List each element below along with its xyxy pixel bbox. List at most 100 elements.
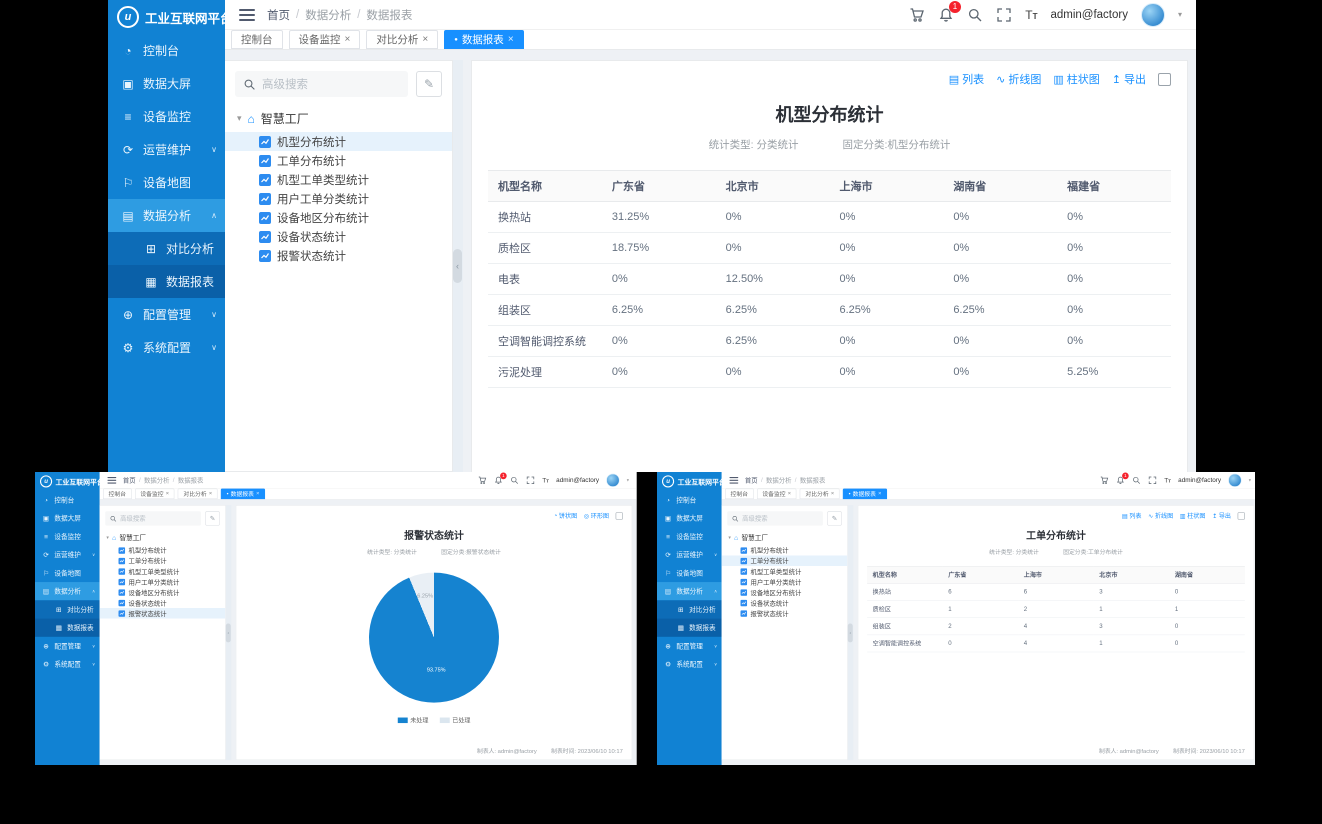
tab[interactable]: 对比分析 × [800, 489, 840, 500]
tab[interactable]: 对比分析 × [366, 30, 438, 49]
chevron-down-icon[interactable]: ▾ [1178, 10, 1182, 19]
fullscreen-toggle-icon[interactable] [616, 512, 623, 519]
sidebar-item[interactable]: ◔ 控制台 [35, 491, 100, 509]
tab[interactable]: 设备监控 × [289, 30, 361, 49]
sidebar-item[interactable]: ⊞ 对比分析 [35, 600, 100, 618]
tab[interactable]: 设备监控 × [757, 489, 797, 500]
tree-item[interactable]: 设备地区分布统计 [225, 208, 452, 227]
tree-item[interactable]: 设备状态统计 [100, 598, 226, 609]
sidebar-item[interactable]: ▦ 数据报表 [35, 619, 100, 637]
tree-root[interactable]: ▾ ⌂ 智慧工厂 [106, 533, 219, 542]
search-input[interactable]: 高级搜索 [235, 71, 408, 97]
search-input[interactable]: 高级搜索 [727, 511, 823, 525]
breadcrumb-home[interactable]: 首页 [745, 476, 758, 485]
fullscreen-icon[interactable] [1148, 476, 1157, 485]
tab[interactable]: 控制台 [231, 30, 283, 49]
caret-down-icon[interactable]: ▾ [728, 534, 731, 540]
report-view-action[interactable]: ▤列表 [949, 71, 984, 87]
chevron-down-icon[interactable]: ▾ [627, 478, 629, 483]
tree-item[interactable]: 机型工单类型统计 [722, 566, 848, 577]
sidebar-item[interactable]: ⊕ 配置管理 ∨ [108, 298, 225, 331]
tab-close-icon[interactable]: × [422, 34, 428, 45]
sidebar-item[interactable]: ⊞ 对比分析 [657, 600, 722, 618]
report-view-action[interactable]: ◔饼状图 [554, 511, 578, 520]
cart-icon[interactable] [478, 476, 487, 485]
sidebar-item[interactable]: ▤ 数据分析 ∧ [108, 199, 225, 232]
report-view-action[interactable]: ◎环形图 [584, 511, 609, 520]
sidebar-item[interactable]: ⟳ 运营维护 ∨ [35, 546, 100, 564]
fullscreen-toggle-icon[interactable] [1158, 73, 1171, 86]
edit-button[interactable]: ✎ [416, 71, 442, 97]
tree-item[interactable]: 设备状态统计 [225, 227, 452, 246]
cart-icon[interactable] [909, 7, 925, 23]
notifications-icon[interactable]: 1 [494, 476, 503, 485]
sidebar-item[interactable]: ⚙ 系统配置 ∨ [657, 655, 722, 673]
tree-item[interactable]: 报警状态统计 [722, 608, 848, 619]
notifications-icon[interactable]: 1 [1116, 476, 1125, 485]
search-icon[interactable] [1132, 476, 1141, 485]
collapse-handle[interactable]: ‹ [226, 623, 231, 642]
sidebar-item[interactable]: ⊕ 配置管理 ∨ [657, 637, 722, 655]
tab[interactable]: 设备监控 × [135, 489, 175, 500]
breadcrumb-home[interactable]: 首页 [267, 7, 290, 23]
tab-close-icon[interactable]: × [256, 491, 259, 497]
notifications-icon[interactable]: 1 [938, 7, 954, 23]
sidebar-item[interactable]: ▦ 数据报表 [108, 265, 225, 298]
font-size-icon[interactable]: TT [542, 476, 549, 484]
tree-item[interactable]: 设备地区分布统计 [722, 587, 848, 598]
tree-root[interactable]: ▾ ⌂ 智慧工厂 [237, 110, 442, 127]
report-view-action[interactable]: ↥导出 [1212, 511, 1231, 520]
fullscreen-toggle-icon[interactable] [1238, 512, 1245, 519]
sidebar-item[interactable]: ▤ 数据分析 ∧ [35, 582, 100, 600]
breadcrumb-item[interactable]: 数据分析 [144, 476, 169, 485]
sidebar-item[interactable]: ▣ 数据大屏 [657, 509, 722, 527]
caret-down-icon[interactable]: ▾ [106, 534, 109, 540]
report-view-action[interactable]: ∿折线图 [1148, 511, 1173, 520]
sidebar-item[interactable]: ▣ 数据大屏 [35, 509, 100, 527]
tree-item[interactable]: 机型分布统计 [722, 545, 848, 556]
menu-collapse-icon[interactable] [107, 477, 116, 484]
avatar[interactable] [1228, 473, 1241, 486]
tree-item[interactable]: 工单分布统计 [100, 556, 226, 567]
tree-item[interactable]: 设备状态统计 [722, 598, 848, 609]
tab-close-icon[interactable]: × [508, 34, 514, 45]
pie-graphic[interactable] [369, 573, 499, 703]
menu-collapse-icon[interactable] [729, 477, 738, 484]
breadcrumb-item[interactable]: 数据分析 [305, 7, 351, 23]
tab-close-icon[interactable]: × [345, 34, 351, 45]
panel-splitter[interactable]: ‹ [848, 505, 854, 760]
collapse-handle[interactable]: ‹ [453, 249, 462, 283]
sidebar-item[interactable]: ⚐ 设备地图 [108, 166, 225, 199]
sidebar-item[interactable]: ⚙ 系统配置 ∨ [108, 331, 225, 364]
report-view-action[interactable]: ↥导出 [1112, 71, 1146, 87]
legend-item[interactable]: 已处理 [440, 716, 471, 725]
tab-close-icon[interactable]: × [788, 491, 791, 497]
report-view-action[interactable]: ▤列表 [1122, 511, 1142, 520]
sidebar-item[interactable]: ⊞ 对比分析 [108, 232, 225, 265]
tab-close-icon[interactable]: × [166, 491, 169, 497]
tree-item[interactable]: 报警状态统计 [100, 608, 226, 619]
avatar[interactable] [1141, 3, 1165, 27]
fullscreen-icon[interactable] [996, 7, 1012, 23]
tree-item[interactable]: 设备地区分布统计 [100, 587, 226, 598]
font-size-icon[interactable]: TT [1164, 476, 1171, 484]
sidebar-item[interactable]: ⟳ 运营维护 ∨ [108, 133, 225, 166]
tree-item[interactable]: 用户工单分类统计 [722, 577, 848, 588]
caret-down-icon[interactable]: ▾ [237, 113, 242, 124]
tab[interactable]: ● 数据报表 × [444, 30, 523, 49]
tab[interactable]: 对比分析 × [178, 489, 218, 500]
tree-item[interactable]: 机型分布统计 [100, 545, 226, 556]
sidebar-item[interactable]: ⟳ 运营维护 ∨ [657, 546, 722, 564]
app-logo[interactable]: u 工业互联网平台 [657, 472, 722, 491]
tab[interactable]: ● 数据报表 × [221, 489, 265, 500]
report-view-action[interactable]: ▥柱状图 [1180, 511, 1206, 520]
username[interactable]: admin@factory [1178, 477, 1221, 484]
avatar[interactable] [606, 473, 619, 486]
tab[interactable]: ● 数据报表 × [843, 489, 887, 500]
tree-item[interactable]: 工单分布统计 [225, 151, 452, 170]
tree-item[interactable]: 机型分布统计 [225, 132, 452, 151]
collapse-handle[interactable]: ‹ [848, 623, 853, 642]
search-icon[interactable] [967, 7, 983, 23]
sidebar-item[interactable]: ≡ 设备监控 [35, 527, 100, 545]
tab-close-icon[interactable]: × [831, 491, 834, 497]
